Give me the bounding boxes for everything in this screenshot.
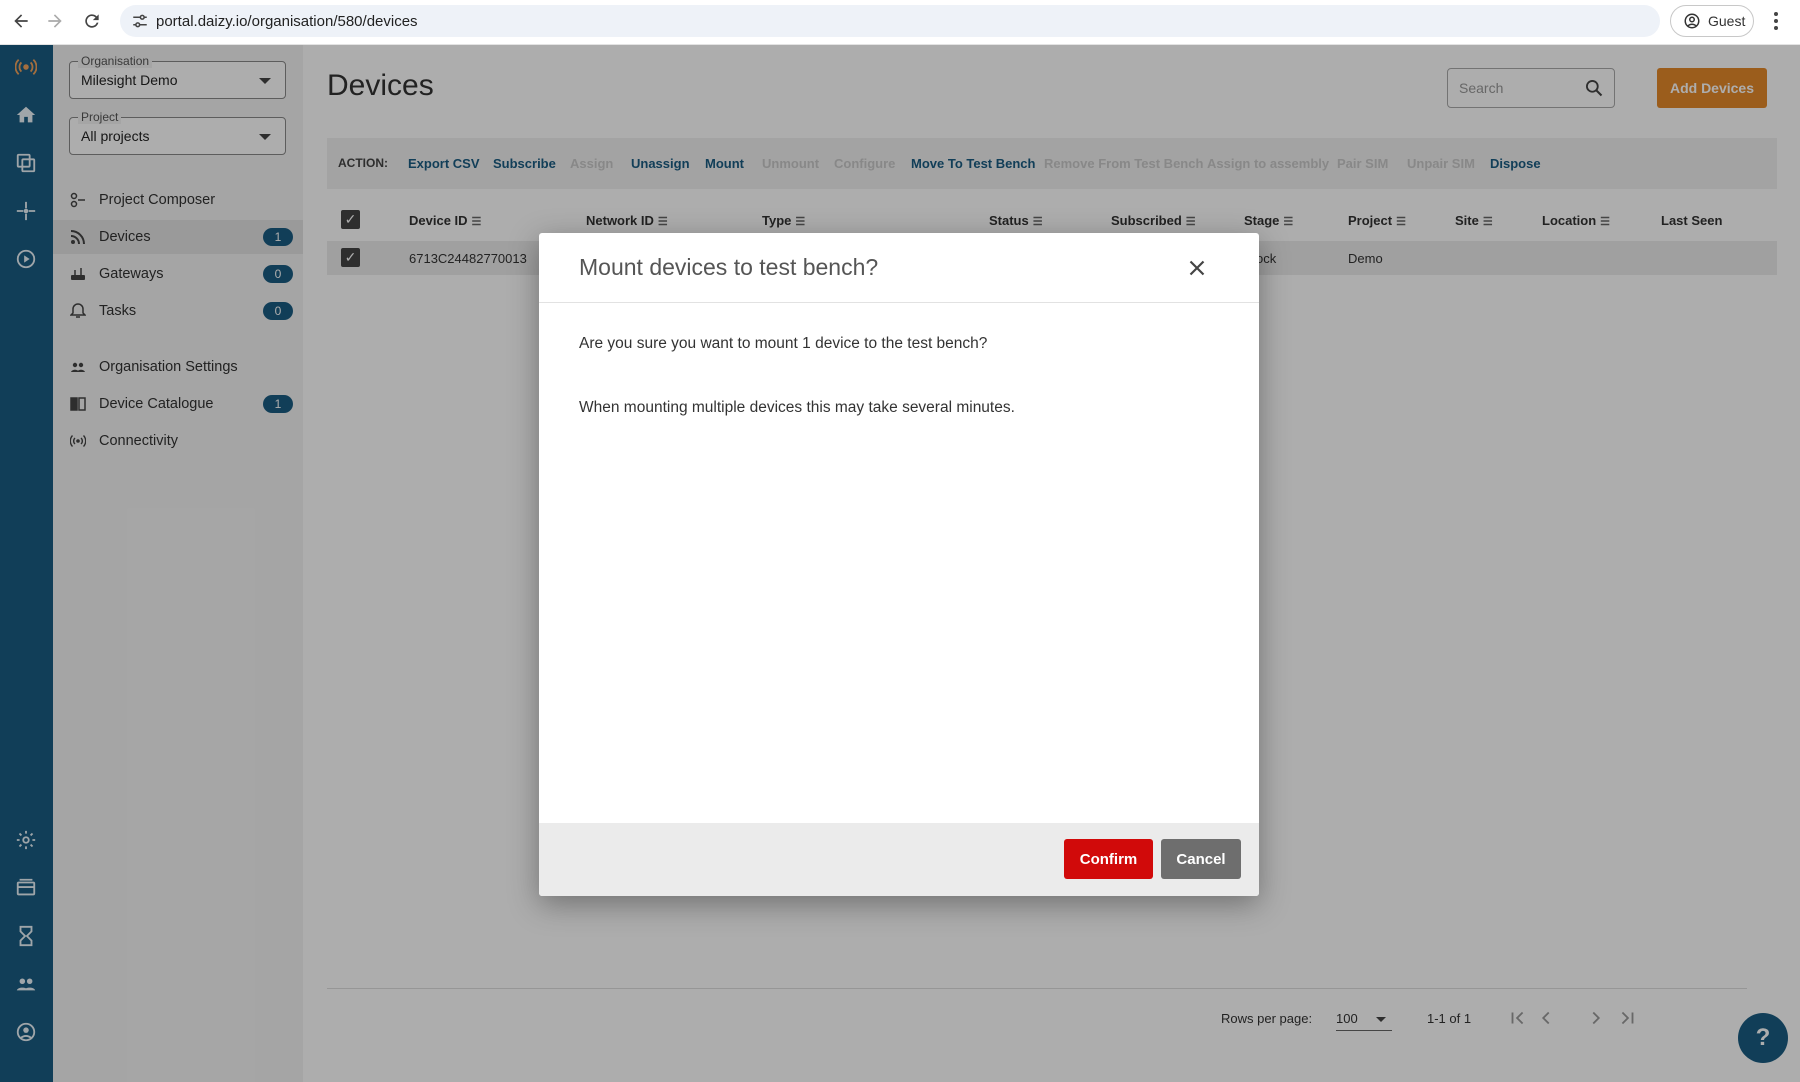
browser-toolbar: portal.daizy.io/organisation/580/devices…: [0, 0, 1800, 45]
account-circle-icon: [1684, 13, 1700, 29]
address-bar[interactable]: portal.daizy.io/organisation/580/devices: [120, 5, 1660, 37]
close-icon[interactable]: [1184, 255, 1210, 281]
dialog-footer: Confirm Cancel: [539, 823, 1259, 896]
browser-menu-icon[interactable]: [1766, 10, 1786, 32]
dialog-header: Mount devices to test bench?: [539, 233, 1259, 303]
cancel-button[interactable]: Cancel: [1161, 839, 1241, 879]
forward-icon[interactable]: [44, 10, 66, 32]
back-icon[interactable]: [10, 10, 32, 32]
reload-icon[interactable]: [81, 10, 103, 32]
profile-label: Guest: [1708, 13, 1746, 29]
url-text: portal.daizy.io/organisation/580/devices: [156, 13, 418, 30]
mount-dialog: Mount devices to test bench? Are you sur…: [539, 233, 1259, 896]
site-settings-icon[interactable]: [131, 12, 149, 30]
dialog-title: Mount devices to test bench?: [579, 254, 879, 280]
dialog-message: Are you sure you want to mount 1 device …: [579, 335, 988, 352]
dialog-note: When mounting multiple devices this may …: [579, 399, 1015, 416]
confirm-button[interactable]: Confirm: [1064, 839, 1153, 879]
profile-button[interactable]: Guest: [1670, 5, 1754, 37]
